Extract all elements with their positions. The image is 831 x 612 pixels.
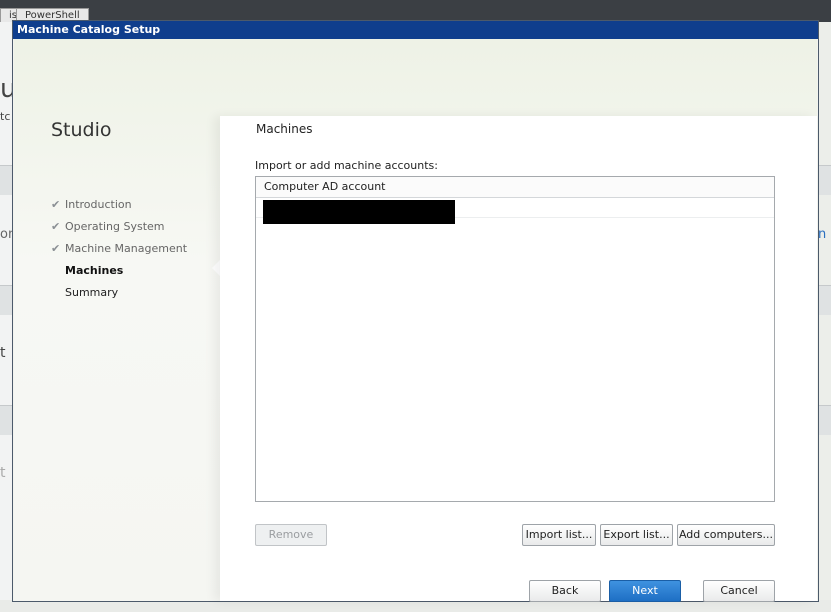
background-app-topbar [0, 0, 831, 22]
step-label: Operating System [65, 220, 165, 233]
step-label: Introduction [65, 198, 132, 211]
background-text-fragment: t [0, 465, 6, 481]
import-list-button[interactable]: Import list... [522, 524, 596, 546]
dialog-client-area: Studio ✔ Introduction ✔ Operating System… [14, 39, 817, 602]
list-item[interactable] [256, 198, 774, 224]
machine-catalog-setup-dialog: Machine Catalog Setup Studio ✔ Introduct… [12, 20, 819, 602]
checkmark-icon: ✔ [51, 242, 61, 255]
background-text-fragment: t [0, 345, 6, 361]
step-label: Machines [65, 264, 124, 277]
background-row [818, 165, 831, 195]
export-list-button[interactable]: Export list... [600, 524, 673, 546]
step-operating-system: ✔ Operating System [51, 216, 187, 238]
dialog-title: Machine Catalog Setup [17, 23, 161, 36]
background-row [0, 285, 12, 315]
background-text-fragment: on [0, 227, 12, 242]
step-introduction: ✔ Introduction [51, 194, 187, 216]
column-header-computer-ad-account[interactable]: Computer AD account [256, 177, 774, 198]
step-machines: Machines [51, 260, 187, 282]
cancel-button[interactable]: Cancel [703, 580, 775, 602]
instruction-label: Import or add machine accounts: [255, 159, 438, 172]
back-button[interactable]: Back [529, 580, 601, 602]
background-link-fragment[interactable]: n [818, 227, 831, 245]
remove-button[interactable]: Remove [255, 524, 327, 546]
dialog-titlebar[interactable]: Machine Catalog Setup [13, 21, 818, 39]
background-text-fragment: u| [0, 74, 12, 104]
studio-brand: Studio [51, 119, 112, 141]
background-row [818, 405, 831, 435]
step-label: Summary [65, 286, 119, 299]
next-button[interactable]: Next [609, 580, 681, 602]
step-label: Machine Management [65, 242, 188, 255]
checkmark-icon: ✔ [51, 220, 61, 233]
current-step-pointer [212, 260, 220, 276]
background-right-strip [818, 22, 831, 612]
machines-panel: Machines Import or add machine accounts:… [220, 116, 817, 602]
add-computers-button[interactable]: Add computers... [677, 524, 775, 546]
background-row [0, 405, 12, 435]
background-row [0, 165, 12, 195]
redacted-account-name [263, 200, 455, 224]
step-machine-management: ✔ Machine Management [51, 238, 187, 260]
background-row [818, 285, 831, 315]
wizard-steps: ✔ Introduction ✔ Operating System ✔ Mach… [51, 194, 187, 304]
step-summary: Summary [51, 282, 187, 304]
checkmark-icon: ✔ [51, 198, 61, 211]
background-text-fragment: tc [0, 110, 11, 123]
machine-accounts-list[interactable]: Computer AD account [255, 176, 775, 502]
section-title: Machines [256, 122, 313, 136]
